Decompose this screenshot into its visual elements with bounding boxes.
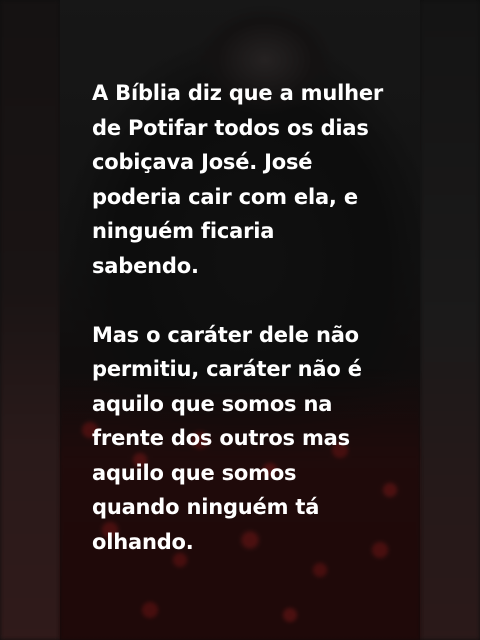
blurred-left-edge: [0, 0, 60, 640]
blurred-right-edge: [420, 0, 480, 640]
story-paragraph-2: Mas o caráter dele não permitiu, caráter…: [92, 322, 362, 554]
story-paragraph-1: A Bíblia diz que a mulher de Potifar tod…: [92, 81, 384, 278]
story-screen: A Bíblia diz que a mulher de Potifar tod…: [0, 0, 480, 640]
story-text: A Bíblia diz que a mulher de Potifar tod…: [92, 76, 412, 559]
